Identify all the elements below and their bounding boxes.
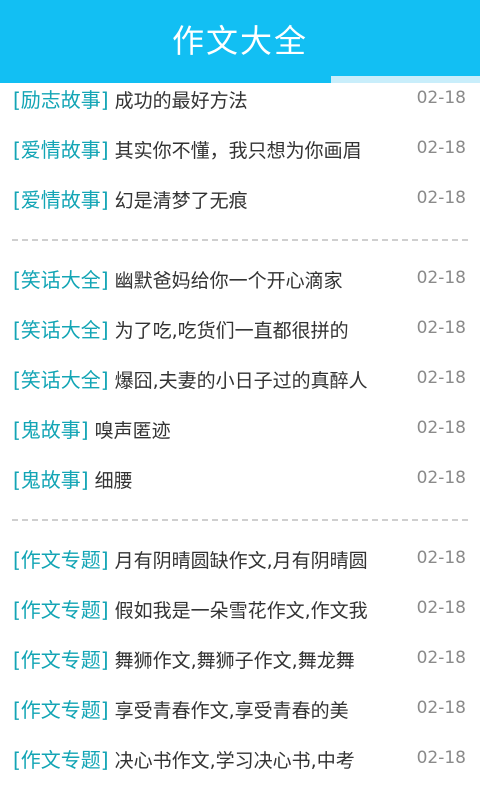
item-title: 成功的最好方法	[114, 90, 248, 112]
item-title: 幽默爸妈给你一个开心滴家	[114, 270, 343, 292]
list-item[interactable]: [励志故事] 成功的最好方法 02-18	[0, 76, 480, 126]
app-header: 作文大全	[0, 0, 480, 76]
item-date: 02-18	[416, 468, 466, 488]
item-title: 享受青春作文,享受青春的美	[114, 700, 349, 722]
item-title: 月有阴晴圆缺作文,月有阴晴圆	[114, 550, 368, 572]
item-category: [作文专题]	[13, 548, 109, 572]
item-title: 舞狮作文,舞狮子作文,舞龙舞	[114, 650, 355, 672]
list-item[interactable]: [作文专题] 决心书作文,学习决心书,中考 02-18	[0, 736, 480, 786]
page-title: 作文大全	[171, 22, 308, 60]
item-category: [鬼故事]	[13, 418, 89, 442]
section-divider	[12, 239, 468, 241]
item-date: 02-18	[416, 698, 466, 718]
item-date: 02-18	[416, 748, 466, 768]
item-date: 02-18	[416, 318, 466, 338]
item-date: 02-18	[416, 418, 466, 438]
item-title: 为了吃,吃货们一直都很拼的	[114, 320, 349, 342]
list-item[interactable]: [鬼故事] 嗅声匿迹 02-18	[0, 406, 480, 456]
item-category: [爱情故事]	[13, 188, 109, 212]
item-title: 假如我是一朵雪花作文,作文我	[114, 600, 368, 622]
item-category: [作文专题]	[13, 698, 109, 722]
item-category: [笑话大全]	[13, 318, 109, 342]
item-title: 爆囧,夫妻的小日子过的真醉人	[114, 370, 368, 392]
item-title: 决心书作文,学习决心书,中考	[114, 750, 355, 772]
item-category: [作文专题]	[13, 748, 109, 772]
item-date: 02-18	[416, 188, 466, 208]
list-item[interactable]: [笑话大全] 为了吃,吃货们一直都很拼的 02-18	[0, 306, 480, 356]
list-item[interactable]: [笑话大全] 爆囧,夫妻的小日子过的真醉人 02-18	[0, 356, 480, 406]
list-item[interactable]: [作文专题] 享受青春作文,享受青春的美 02-18	[0, 686, 480, 736]
item-category: [笑话大全]	[13, 268, 109, 292]
list-item[interactable]: [爱情故事] 其实你不懂，我只想为你画眉 02-18	[0, 126, 480, 176]
item-title: 细腰	[94, 470, 133, 492]
item-title: 幻是清梦了无痕	[114, 190, 248, 212]
item-date: 02-18	[416, 88, 466, 108]
list-item[interactable]: [作文专题] 月有阴晴圆缺作文,月有阴晴圆 02-18	[0, 536, 480, 586]
item-title: 嗅声匿迹	[94, 420, 171, 442]
item-title: 其实你不懂，我只想为你画眉	[114, 140, 362, 162]
list-item[interactable]: [作文专题] 舞狮作文,舞狮子作文,舞龙舞 02-18	[0, 636, 480, 686]
item-date: 02-18	[416, 268, 466, 288]
item-category: [励志故事]	[13, 88, 109, 112]
list-item[interactable]: [鬼故事] 细腰 02-18	[0, 456, 480, 506]
list-item[interactable]: [作文专题] 假如我是一朵雪花作文,作文我 02-18	[0, 586, 480, 636]
item-date: 02-18	[416, 598, 466, 618]
item-category: [鬼故事]	[13, 468, 89, 492]
item-date: 02-18	[416, 648, 466, 668]
list-item[interactable]: [笑话大全] 幽默爸妈给你一个开心滴家 02-18	[0, 256, 480, 306]
list-item[interactable]: [爱情故事] 幻是清梦了无痕 02-18	[0, 176, 480, 226]
item-category: [作文专题]	[13, 648, 109, 672]
item-category: [笑话大全]	[13, 368, 109, 392]
item-date: 02-18	[416, 548, 466, 568]
item-date: 02-18	[416, 138, 466, 158]
section-divider	[12, 519, 468, 521]
item-category: [作文专题]	[13, 598, 109, 622]
item-date: 02-18	[416, 368, 466, 388]
item-category: [爱情故事]	[13, 138, 109, 162]
